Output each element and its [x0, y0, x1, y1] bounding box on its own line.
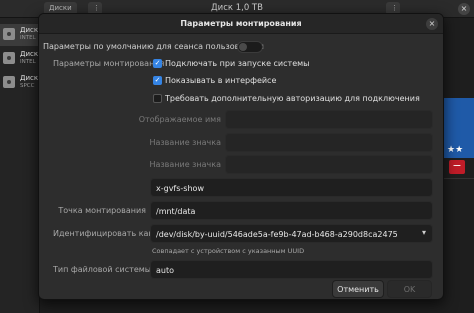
disk-model: SPCC — [20, 83, 35, 89]
filesystem-type-field[interactable]: auto — [150, 260, 433, 279]
disk-name: Диск — [20, 26, 39, 34]
show-in-ui-label: Показывать в интерфейсе — [165, 76, 277, 85]
ok-button[interactable]: OK — [387, 280, 432, 298]
filesystem-type-label: Тип файловой системы — [53, 265, 152, 274]
icon-name-label: Название значка — [149, 138, 221, 147]
mounted-star-icon: ★★ — [447, 145, 464, 155]
chevron-down-icon: ▾ — [421, 228, 426, 237]
mount-options-dialog: Параметры монтирования × Параметры по ум… — [38, 13, 444, 300]
harddisk-icon — [3, 52, 15, 64]
disk-model: INTEL — [20, 59, 36, 65]
close-icon[interactable]: × — [426, 18, 438, 30]
disk-name: Диск — [20, 74, 39, 82]
switch-knob — [239, 43, 247, 51]
disk-list-item[interactable]: Диск INTEL — [0, 24, 40, 46]
display-name-field[interactable] — [225, 110, 433, 129]
background-window-title: Диск 1,0 ТВ — [211, 3, 263, 13]
require-auth-label: Требовать дополнительную авторизацию для… — [165, 94, 420, 103]
symbolic-icon-name-field[interactable] — [225, 155, 433, 174]
startup-mount-checkbox[interactable]: ✓ — [153, 59, 162, 68]
identify-as-dropdown[interactable]: /dev/disk/by-uuid/546ade5a-fe9b-47ad-b46… — [150, 224, 433, 243]
disk-model: INTEL — [20, 35, 36, 41]
disk-sidebar: Диск INTEL Диск INTEL Диск SPCC — [0, 18, 40, 313]
disk-name: Диск — [20, 50, 39, 58]
session-default-label: Параметры по умолчанию для сеанса пользо… — [43, 42, 264, 51]
cancel-button[interactable]: Отменить — [332, 280, 384, 298]
disk-list-item[interactable]: Диск SPCC — [0, 72, 40, 94]
dialog-title: Параметры монтирования — [180, 19, 302, 28]
show-in-ui-checkbox[interactable]: ✓ — [153, 76, 162, 85]
identify-as-note: Совпадает с устройством с указанным UUID — [152, 247, 305, 255]
icon-name-field[interactable] — [225, 133, 433, 152]
mount-options-label: Параметры монтирования — [53, 59, 165, 68]
delete-partition-button[interactable]: − — [449, 160, 465, 174]
dialog-header: Параметры монтирования × — [39, 14, 443, 34]
identify-as-value: /dev/disk/by-uuid/546ade5a-fe9b-47ad-b46… — [156, 230, 398, 239]
harddisk-icon — [3, 28, 15, 40]
background-close-icon[interactable]: × — [458, 3, 470, 15]
identify-as-label: Идентифицировать как — [53, 229, 154, 238]
mount-options-field[interactable]: x-gvfs-show — [150, 178, 433, 197]
require-auth-checkbox[interactable] — [153, 94, 162, 103]
session-default-switch[interactable] — [237, 41, 263, 53]
disk-list-item[interactable]: Диск INTEL — [0, 48, 40, 70]
mount-point-field[interactable]: /mnt/data — [150, 201, 433, 220]
mount-point-label: Точка монтирования — [58, 206, 146, 215]
startup-mount-label: Подключать при запуске системы — [165, 59, 310, 68]
symbolic-icon-name-label: Название значка — [149, 160, 221, 169]
display-name-label: Отображаемое имя — [138, 115, 221, 124]
harddisk-icon — [3, 76, 15, 88]
